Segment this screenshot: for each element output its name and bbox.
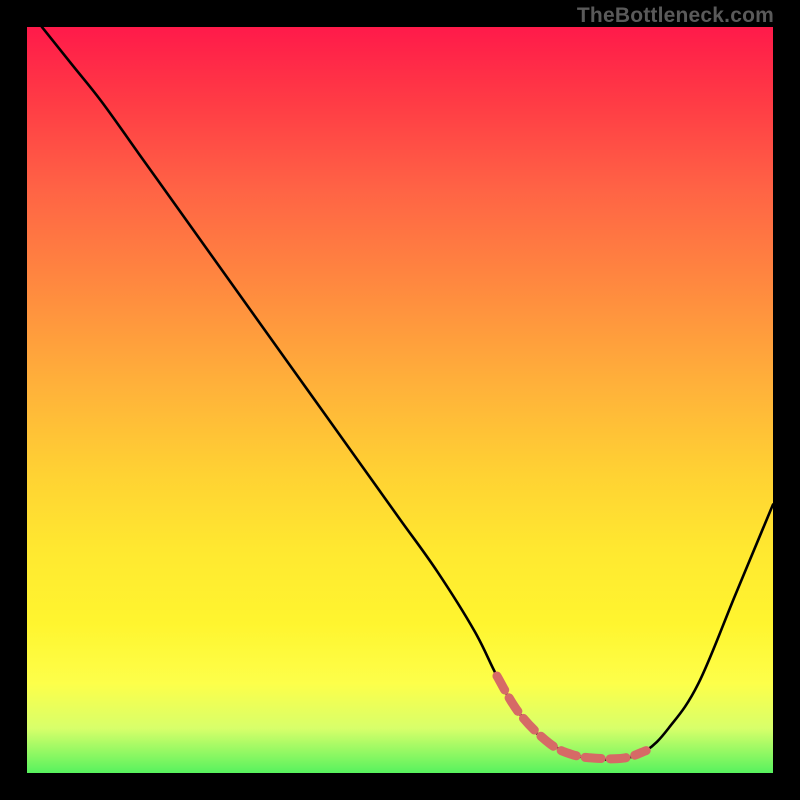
main-curve-line bbox=[42, 27, 773, 760]
chart-svg bbox=[27, 27, 773, 773]
watermark-text: TheBottleneck.com bbox=[577, 4, 774, 28]
plot-area bbox=[27, 27, 773, 773]
highlight-curve-line bbox=[497, 676, 646, 759]
chart-container: TheBottleneck.com bbox=[0, 0, 800, 800]
